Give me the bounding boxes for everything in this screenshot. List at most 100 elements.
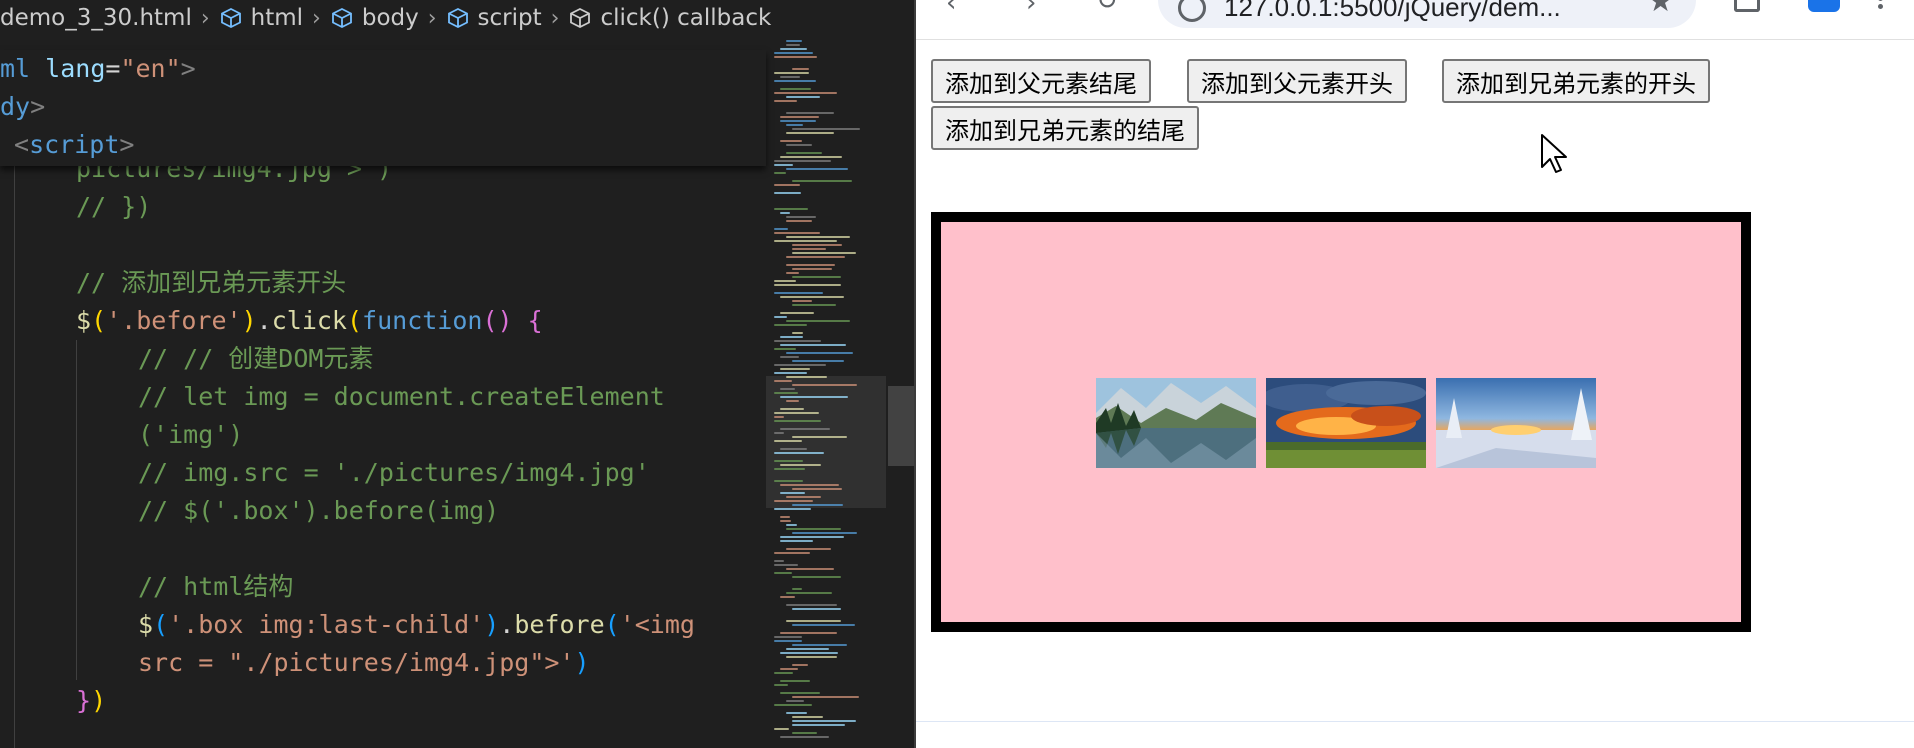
more-menu-icon[interactable] xyxy=(1878,0,1884,10)
indent-guide xyxy=(14,166,15,748)
minimap-line xyxy=(780,120,816,122)
code-editor[interactable]: demo_3_30.html › html › body › script › … xyxy=(0,0,914,748)
minimap-line xyxy=(774,348,796,350)
minimap-line xyxy=(780,344,846,346)
minimap-line xyxy=(792,248,826,250)
minimap-line xyxy=(774,372,807,374)
editor-scrollbar[interactable] xyxy=(886,36,914,748)
minimap-line xyxy=(786,592,832,594)
minimap-line xyxy=(774,72,809,74)
minimap-line xyxy=(774,440,802,442)
tab-search-icon[interactable] xyxy=(1734,0,1760,12)
minimap-line xyxy=(774,280,796,282)
minimap-line xyxy=(774,292,823,294)
minimap-line xyxy=(774,420,821,422)
minimap-line xyxy=(780,492,805,494)
breadcrumb-file[interactable]: demo_3_30.html xyxy=(0,5,192,31)
minimap-line xyxy=(780,312,814,314)
browser-window: ‹ › ↻ 127.0.0.1:5500/jQuery/dem... ★ 添加到… xyxy=(916,0,1914,748)
minimap-line xyxy=(792,608,841,610)
minimap[interactable] xyxy=(766,36,886,748)
forward-icon[interactable]: › xyxy=(1026,0,1056,18)
breadcrumb-html[interactable]: html xyxy=(219,5,303,31)
minimap-line xyxy=(786,528,841,530)
minimap-line xyxy=(774,100,797,102)
chevron-right-icon: › xyxy=(427,5,437,31)
append-button[interactable]: 添加到父元素结尾 xyxy=(931,59,1151,103)
sticky-line-html: ml lang="en"> xyxy=(0,54,196,83)
breadcrumb: demo_3_30.html › html › body › script › … xyxy=(0,0,914,36)
minimap-line xyxy=(786,112,834,114)
minimap-line xyxy=(786,648,829,650)
profile-icon[interactable] xyxy=(1808,0,1840,12)
code-line: // 添加到兄弟元素开头 xyxy=(76,268,347,297)
minimap-line xyxy=(774,324,807,326)
minimap-line xyxy=(792,436,847,438)
minimap-line xyxy=(786,216,816,218)
minimap-line xyxy=(786,220,812,222)
indent-guide xyxy=(76,340,77,680)
minimap-line xyxy=(792,68,809,70)
minimap-line xyxy=(792,724,845,726)
minimap-line xyxy=(780,632,837,634)
minimap-line xyxy=(780,356,799,358)
reload-icon[interactable]: ↻ xyxy=(1096,0,1126,16)
minimap-line xyxy=(774,316,787,318)
minimap-line xyxy=(774,392,798,394)
minimap-line xyxy=(786,320,850,322)
cube-icon xyxy=(330,7,354,29)
minimap-line xyxy=(792,588,802,590)
breadcrumb-callback[interactable]: click() callback xyxy=(568,5,771,31)
code-line: $('.box img:last-child').before('<img xyxy=(138,610,695,639)
breadcrumb-body[interactable]: body xyxy=(330,5,419,31)
minimap-line xyxy=(774,468,805,470)
page-viewport: 添加到父元素结尾 添加到父元素开头 添加到兄弟元素的开头 添加到兄弟元素的结尾 xyxy=(916,41,1914,748)
minimap-line xyxy=(780,296,844,298)
minimap-line xyxy=(780,652,838,654)
minimap-line xyxy=(780,212,790,214)
minimap-line xyxy=(786,496,821,498)
minimap-line xyxy=(786,236,850,238)
minimap-line xyxy=(786,620,841,622)
minimap-line xyxy=(786,604,837,606)
minimap-line xyxy=(774,704,812,706)
minimap-line xyxy=(792,532,857,534)
minimap-line xyxy=(780,396,848,398)
after-button[interactable]: 添加到兄弟元素的结尾 xyxy=(931,106,1199,150)
minimap-line xyxy=(774,56,817,58)
minimap-line xyxy=(774,172,786,174)
minimap-line xyxy=(780,428,830,430)
site-info-icon[interactable] xyxy=(1178,0,1206,22)
mouse-cursor-icon xyxy=(1540,133,1570,175)
breadcrumb-script[interactable]: script xyxy=(446,5,542,31)
minimap-line xyxy=(774,284,841,286)
minimap-line xyxy=(786,376,827,378)
minimap-line xyxy=(786,44,800,46)
minimap-line xyxy=(780,368,810,370)
prepend-button[interactable]: 添加到父元素开头 xyxy=(1187,59,1407,103)
minimap-line xyxy=(792,504,843,506)
sticky-line-body: dy> xyxy=(0,92,46,121)
sticky-scroll-header[interactable]: ml lang="en"> dy> <script> xyxy=(0,50,766,166)
minimap-line xyxy=(792,664,808,666)
minimap-line xyxy=(792,244,842,246)
minimap-line xyxy=(786,656,837,658)
minimap-line xyxy=(780,48,807,50)
scrollbar-thumb[interactable] xyxy=(888,386,914,466)
minimap-line xyxy=(786,524,797,526)
minimap-line xyxy=(780,336,803,338)
back-icon[interactable]: ‹ xyxy=(946,0,976,18)
chevron-right-icon: › xyxy=(200,5,210,31)
chevron-right-icon: › xyxy=(550,5,560,31)
image-snowy-sunset xyxy=(1436,378,1596,468)
cube-icon xyxy=(446,7,470,29)
minimap-line xyxy=(780,464,821,466)
before-button[interactable]: 添加到兄弟元素的开头 xyxy=(1442,59,1710,103)
bookmark-star-icon[interactable]: ★ xyxy=(1647,0,1674,19)
minimap-line xyxy=(792,128,860,130)
minimap-line xyxy=(792,488,842,490)
address-bar[interactable]: 127.0.0.1:5500/jQuery/dem... ★ xyxy=(1158,0,1696,28)
minimap-line xyxy=(780,156,842,158)
code-line: // html结构 xyxy=(138,572,294,601)
minimap-line xyxy=(774,640,802,642)
